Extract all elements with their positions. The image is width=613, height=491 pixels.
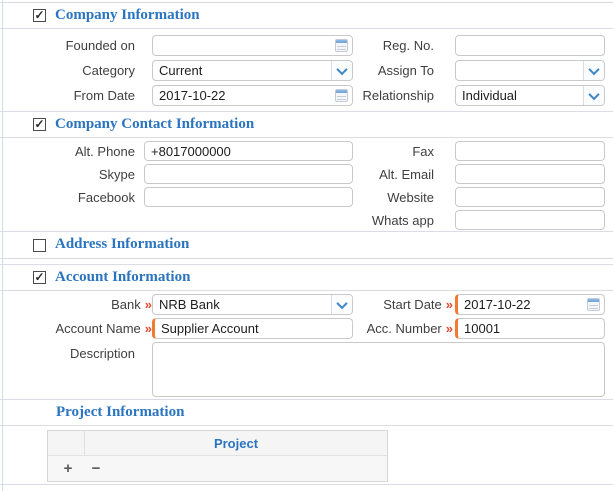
bank-label: Bank» [111,297,152,312]
section-title-project-information: Project Information [56,403,185,420]
reg-no-label: Reg. No. [382,38,434,53]
from-date-field [152,85,353,106]
whatsapp-input[interactable] [455,210,605,230]
chevron-down-icon [583,61,604,80]
start-date-input[interactable] [455,294,605,315]
fax-input[interactable] [455,141,605,161]
assign-to-select[interactable] [455,60,605,81]
checkbox-account-information[interactable] [33,271,46,284]
description-label: Description [69,346,135,361]
calendar-icon[interactable] [587,298,600,311]
section-header-address-information[interactable]: Address Information [0,232,613,258]
skype-label: Skype [98,166,135,182]
acc-number-label: Acc. Number» [366,321,453,336]
reg-no-input[interactable] [455,35,605,56]
relationship-selected-value: Individual [462,88,517,103]
company-contact-fields: Alt. Phone Fax Skype Alt. Email Facebook… [0,138,613,231]
skype-input[interactable] [144,164,353,184]
project-table-area: Project + − [0,426,613,484]
checkbox-address-information[interactable] [33,238,46,252]
project-table-toolbar: + − [48,456,387,481]
whatsapp-label: Whats app [371,212,434,228]
account-name-input[interactable] [152,318,353,339]
section-title-company-information: Company Information [55,6,200,23]
relationship-select[interactable]: Individual [455,85,605,106]
remove-row-button[interactable]: − [89,461,103,476]
section-title-address-information: Address Information [55,236,190,252]
section-account-information: Account Information Bank» NRB Bank Start… [0,264,613,400]
category-label: Category [82,63,135,78]
checkbox-company-contact-information[interactable] [33,118,46,131]
acc-number-input[interactable] [455,318,605,339]
start-date-label: Start Date» [383,297,453,312]
add-row-button[interactable]: + [61,461,75,476]
section-header-company-contact-information[interactable]: Company Contact Information [0,112,613,138]
website-input[interactable] [455,187,605,207]
assign-to-label: Assign To [377,63,434,78]
section-address-information: Address Information [0,232,613,259]
supplier-form-page: Company Information Founded on Reg. No. … [0,0,613,491]
from-date-label: From Date [73,88,135,103]
category-selected-value: Current [159,63,203,78]
account-information-fields: Bank» NRB Bank Start Date» Account Name»… [0,291,613,399]
alt-email-input[interactable] [455,164,605,184]
chevron-down-icon [583,86,604,105]
account-name-label: Account Name» [55,321,153,336]
section-header-company-information[interactable]: Company Information [0,3,613,29]
calendar-icon[interactable] [335,39,348,52]
founded-on-label: Founded on [65,38,135,53]
section-header-account-information[interactable]: Account Information [0,265,613,291]
founded-on-field [152,35,353,56]
alt-phone-label: Alt. Phone [75,143,135,159]
start-date-field [455,294,605,315]
section-company-information: Company Information Founded on Reg. No. … [0,2,613,112]
relationship-label: Relationship [362,88,434,103]
section-company-contact-information: Company Contact Information Alt. Phone F… [0,112,613,232]
fax-label: Fax [412,143,434,159]
project-column-header: Project [213,435,259,451]
chevron-down-icon [331,61,352,80]
chevron-down-icon [331,295,352,314]
assign-to-selected-value [456,61,583,80]
facebook-label: Facebook [77,189,135,205]
website-label: Website [387,189,434,205]
required-marker: » [445,297,453,312]
founded-on-input[interactable] [152,35,353,56]
section-title-company-contact-information: Company Contact Information [55,115,255,132]
bank-select[interactable]: NRB Bank [152,294,353,315]
required-marker: » [445,321,453,336]
company-information-fields: Founded on Reg. No. Category Current Ass… [0,29,613,111]
checkbox-company-information[interactable] [33,9,46,22]
project-table-select-column [48,431,85,455]
project-table: Project + − [47,430,388,482]
section-header-project-information[interactable]: Project Information [0,400,613,426]
facebook-input[interactable] [144,187,353,207]
calendar-icon[interactable] [335,89,348,102]
project-table-header-row: Project [48,431,387,456]
bank-selected-value: NRB Bank [159,297,220,312]
alt-email-label: Alt. Email [379,166,434,182]
from-date-input[interactable] [152,85,353,106]
section-title-account-information: Account Information [55,268,191,285]
alt-phone-input[interactable] [144,141,353,161]
description-textarea[interactable] [152,342,605,397]
section-project-information: Project Information Project + − [0,400,613,485]
category-select[interactable]: Current [152,60,353,81]
